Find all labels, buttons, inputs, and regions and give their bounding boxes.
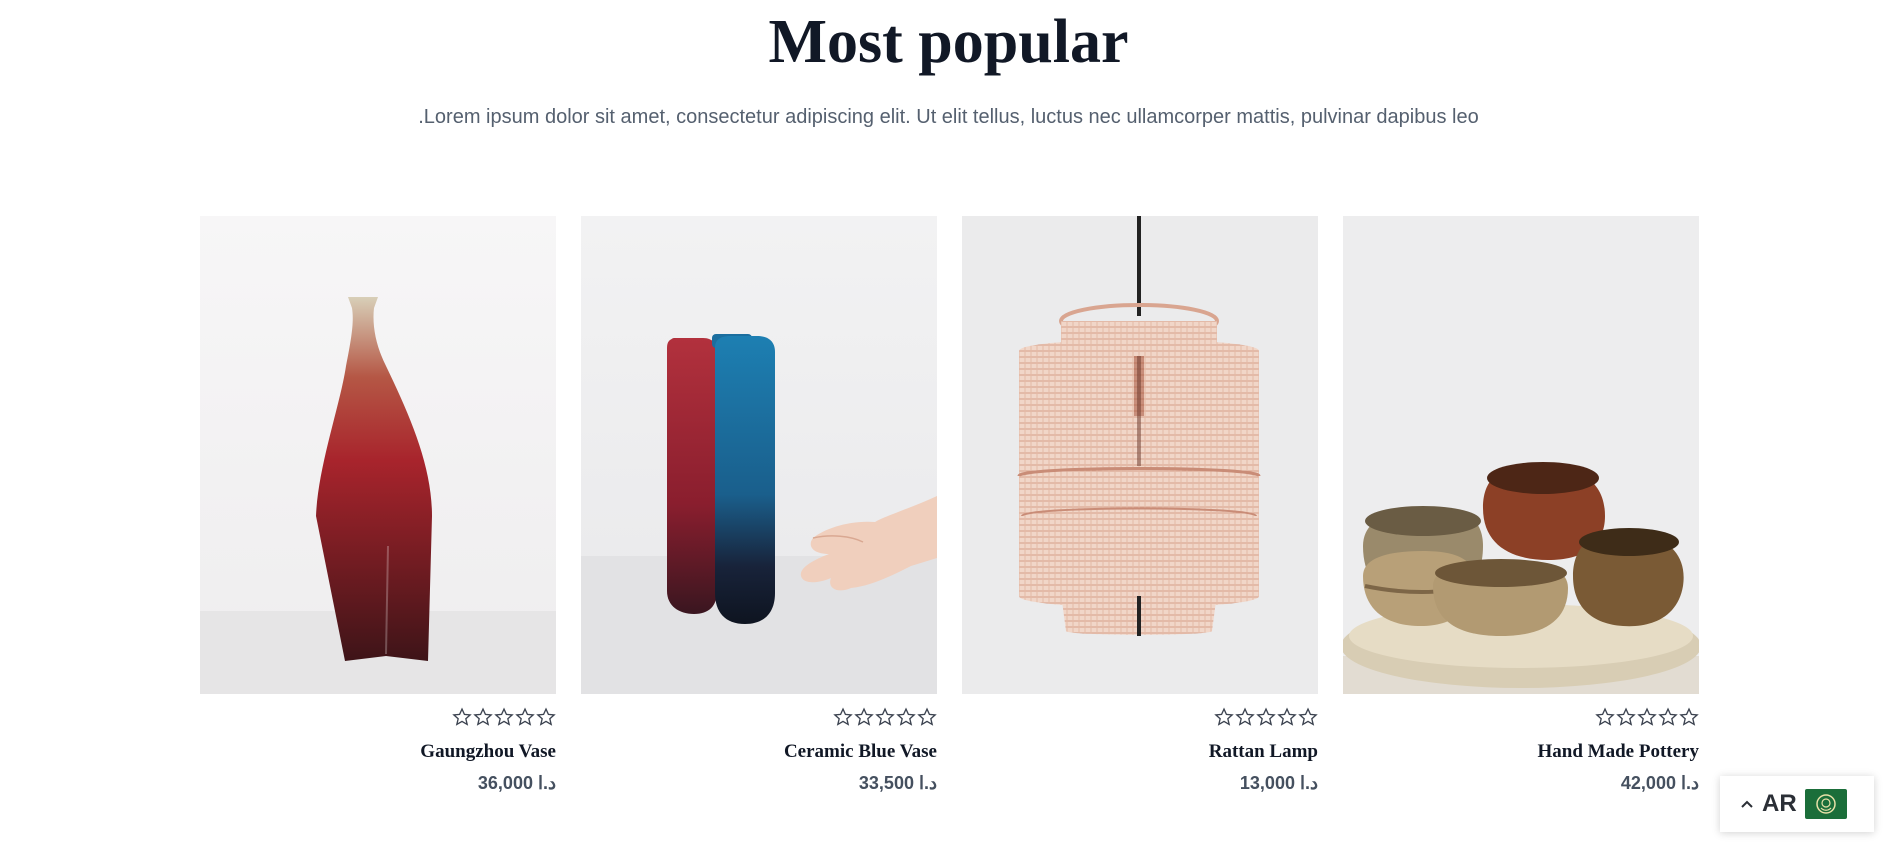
product-grid: Gaungzhou Vase د.ا 36,000 Ceramic Blue V… — [200, 216, 1699, 794]
product-image-red-vase[interactable] — [200, 216, 556, 694]
star-empty-icon — [875, 707, 895, 726]
star-empty-icon — [917, 707, 937, 726]
star-empty-icon — [1235, 707, 1255, 726]
product-card[interactable]: Rattan Lamp د.ا 13,000 — [962, 216, 1318, 794]
product-card[interactable]: Ceramic Blue Vase د.ا 33,500 — [581, 216, 937, 794]
star-empty-icon — [1679, 707, 1699, 726]
star-empty-icon — [452, 707, 472, 726]
section-title: Most popular — [768, 8, 1129, 76]
language-switcher[interactable]: AR — [1720, 776, 1874, 832]
product-image-rattan-lamp[interactable] — [962, 216, 1318, 694]
star-empty-icon — [473, 707, 493, 726]
product-name[interactable]: Ceramic Blue Vase — [581, 741, 937, 763]
star-empty-icon — [536, 707, 556, 726]
product-card[interactable]: Hand Made Pottery د.ا 42,000 — [1343, 216, 1699, 794]
product-price: د.ا 42,000 — [1620, 773, 1699, 793]
star-empty-icon — [1637, 707, 1657, 726]
star-empty-icon — [1214, 707, 1234, 726]
product-name[interactable]: Rattan Lamp — [962, 741, 1318, 763]
product-name[interactable]: Gaungzhou Vase — [200, 741, 556, 763]
product-card[interactable]: Gaungzhou Vase د.ا 36,000 — [200, 216, 556, 794]
product-image-blue-vase[interactable] — [581, 216, 937, 694]
product-name[interactable]: Hand Made Pottery — [1343, 741, 1699, 763]
star-empty-icon — [515, 707, 535, 726]
language-code: AR — [1762, 790, 1797, 817]
star-rating — [581, 707, 937, 729]
star-rating — [200, 707, 556, 729]
product-price: د.ا 33,500 — [858, 773, 937, 793]
product-price: د.ا 36,000 — [477, 773, 556, 793]
product-image-pottery-bowls[interactable] — [1343, 216, 1699, 694]
star-empty-icon — [896, 707, 916, 726]
star-empty-icon — [1277, 707, 1297, 726]
star-empty-icon — [1298, 707, 1318, 726]
star-empty-icon — [1256, 707, 1276, 726]
product-price: د.ا 13,000 — [1239, 773, 1318, 793]
star-empty-icon — [1658, 707, 1678, 726]
star-empty-icon — [1616, 707, 1636, 726]
star-rating — [1343, 707, 1699, 729]
arab-league-flag-icon — [1804, 789, 1847, 819]
star-empty-icon — [833, 707, 853, 726]
star-rating — [962, 707, 1318, 729]
star-empty-icon — [1595, 707, 1615, 726]
star-empty-icon — [494, 707, 514, 726]
star-empty-icon — [854, 707, 874, 726]
chevron-up-icon — [1741, 800, 1753, 808]
section-subtitle: .Lorem ipsum dolor sit amet, consectetur… — [418, 106, 1479, 128]
